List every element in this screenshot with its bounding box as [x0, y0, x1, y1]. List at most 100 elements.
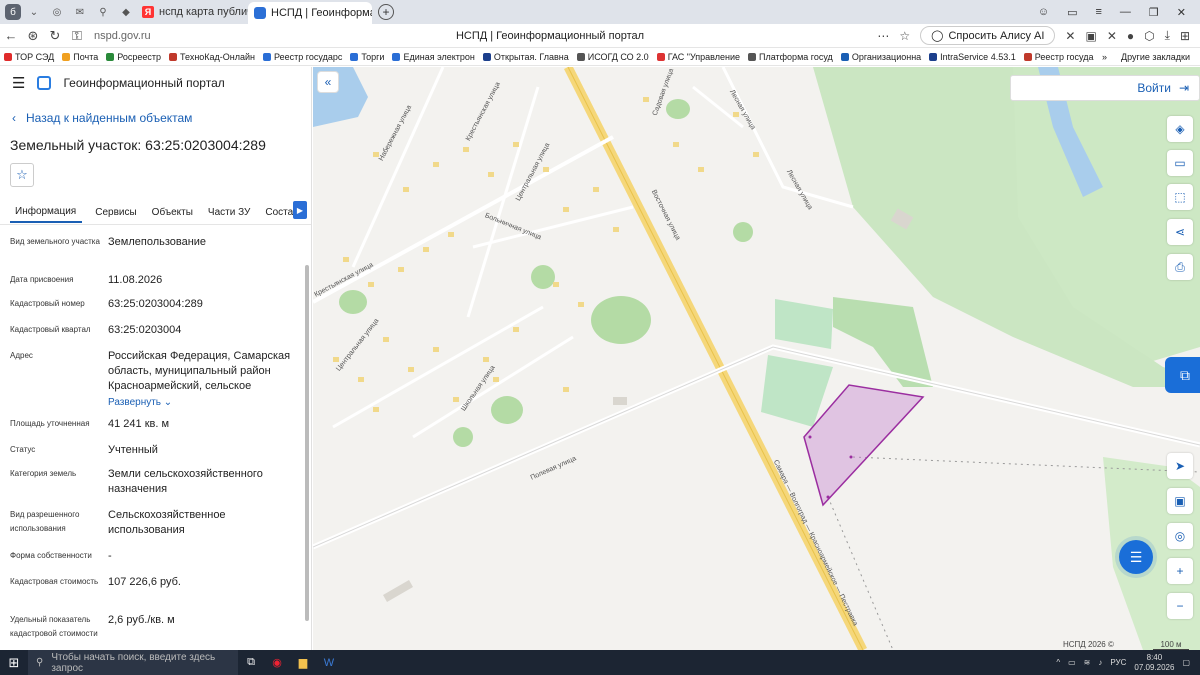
- minimize-icon[interactable]: —: [1120, 6, 1131, 19]
- language-indicator[interactable]: РУС: [1110, 658, 1126, 667]
- parcel-title: Земельный участок: 63:25:0203004:289: [10, 137, 266, 153]
- info-label: Категория земель: [10, 469, 77, 478]
- bookmark-item[interactable]: Реестр госуда: [1020, 52, 1098, 62]
- bookmark-item[interactable]: Единая электрон: [388, 52, 478, 62]
- bookmark-item[interactable]: ТехноКад-Онлайн: [165, 52, 259, 62]
- clock-date: 07.09.2026: [1134, 662, 1175, 672]
- bookmark-item[interactable]: ГАС "Управление: [653, 52, 744, 62]
- word-icon[interactable]: W: [316, 650, 342, 675]
- bookmark-item[interactable]: IntraService 4.53.1: [925, 52, 1020, 62]
- notifications-icon[interactable]: ▢: [1182, 658, 1190, 667]
- select-area-icon[interactable]: ⬚: [1167, 184, 1193, 210]
- bookmark-item[interactable]: Почта: [58, 52, 102, 62]
- pinned-tab-icon[interactable]: ◎: [47, 3, 67, 21]
- chat-icon[interactable]: ☰: [1119, 540, 1153, 574]
- tab-services[interactable]: Сервисы: [90, 201, 146, 223]
- collapse-panel-icon[interactable]: «: [317, 71, 339, 93]
- pinned-tab-icon[interactable]: ⚲: [93, 3, 113, 21]
- clock[interactable]: 8:40 07.09.2026: [1134, 653, 1174, 673]
- side-tab-icon[interactable]: ⧉: [1165, 357, 1200, 393]
- extension-icon[interactable]: ▣: [1085, 29, 1096, 43]
- selected-parcel: [803, 384, 925, 507]
- info-label: Адрес: [10, 351, 33, 360]
- extension-icon[interactable]: ✕: [1065, 29, 1075, 43]
- divider: [0, 224, 311, 225]
- info-label: Кадастровый номер: [10, 299, 85, 308]
- bookmark-item[interactable]: Торги: [346, 52, 388, 62]
- portal-icon: [254, 7, 266, 19]
- tab-parcel-parts[interactable]: Части ЗУ: [203, 201, 260, 223]
- print-icon[interactable]: ⎙: [1167, 254, 1193, 280]
- login-button[interactable]: Войти ⇥: [1010, 75, 1200, 101]
- ruler-icon[interactable]: ▭: [1167, 150, 1193, 176]
- zoom-in-icon[interactable]: +: [1167, 558, 1193, 584]
- hamburger-icon[interactable]: ☰: [12, 74, 25, 92]
- menu-icon[interactable]: ≡: [1095, 6, 1101, 19]
- bookmark-item[interactable]: Платформа госуд: [744, 52, 837, 62]
- extension-icon[interactable]: ⊞: [1180, 29, 1190, 43]
- home-icon[interactable]: ⊛: [22, 28, 44, 44]
- task-view-icon[interactable]: ⧉: [238, 650, 264, 675]
- boundary-line: [827, 496, 894, 650]
- more-icon[interactable]: ⋯: [877, 29, 889, 43]
- park-area: [453, 427, 473, 447]
- wifi-icon[interactable]: ≋: [1084, 658, 1091, 667]
- lock-icon[interactable]: ⚿: [66, 28, 88, 44]
- reload-icon[interactable]: ↻: [44, 28, 66, 44]
- download-icon[interactable]: ⤓: [1165, 28, 1170, 43]
- extension-icon[interactable]: ⬡: [1144, 29, 1154, 43]
- bookmark-item[interactable]: Реестр государс: [259, 52, 346, 62]
- browser-taskbar-icon[interactable]: ◉: [264, 650, 290, 675]
- favorite-star-icon[interactable]: ☆: [10, 163, 34, 187]
- bookmark-item[interactable]: ИСОГД СО 2.0: [573, 52, 653, 62]
- back-link[interactable]: ‹ Назад к найденным объектам: [12, 111, 192, 125]
- windows-start-icon[interactable]: ⊞: [0, 655, 28, 671]
- taskbar-search[interactable]: ⚲ Чтобы начать поиск, введите здесь запр…: [28, 650, 238, 675]
- layers-icon[interactable]: ◈: [1167, 116, 1193, 142]
- pinned-tab-icon[interactable]: ◆: [116, 3, 136, 21]
- panel-scrollbar[interactable]: [305, 265, 309, 621]
- maximize-icon[interactable]: ❐: [1149, 6, 1159, 19]
- network-icon[interactable]: ▭: [1068, 658, 1076, 667]
- profile-icon[interactable]: ☺: [1038, 6, 1049, 19]
- location-icon[interactable]: ◎: [1167, 523, 1193, 549]
- bookmark-item[interactable]: ТОР СЭД: [0, 52, 58, 62]
- new-tab-button[interactable]: +: [378, 4, 394, 20]
- bookmark-icon[interactable]: ▭: [1067, 6, 1077, 19]
- bookmark-item[interactable]: Открытая. Главна: [479, 52, 573, 62]
- map-view[interactable]: Набережная улица Крестьянская улица Цент…: [313, 67, 1200, 650]
- bookmarks-bar: ТОР СЭД Почта Росреестр ТехноКад-Онлайн …: [0, 49, 1200, 66]
- zoom-out-icon[interactable]: −: [1167, 593, 1193, 619]
- tab-information[interactable]: Информация: [10, 201, 83, 223]
- tab-search[interactable]: Я нспд карта публичная кад: [136, 2, 248, 22]
- browser-menu-icon[interactable]: б: [5, 4, 21, 20]
- bookmark-item[interactable]: Росреестр: [102, 52, 165, 62]
- chevron-down-icon: ⌄: [163, 397, 173, 408]
- bookmark-item[interactable]: Организационна: [837, 52, 925, 62]
- basemap-icon[interactable]: ▣: [1167, 488, 1193, 514]
- chevron-up-icon[interactable]: ^: [1056, 658, 1060, 667]
- parcel-vertex: [826, 495, 830, 499]
- tab-portal[interactable]: НСПД | Геоинформацио ✕: [248, 2, 372, 24]
- window-controls: ☺ ▭ ≡ — ❐ ✕: [1038, 6, 1200, 19]
- alice-button[interactable]: ◯ Спросить Алису AI: [920, 26, 1056, 45]
- bookmarks-overflow-icon[interactable]: »: [1102, 52, 1107, 62]
- expand-link[interactable]: Развернуть ⌄: [108, 395, 298, 410]
- back-icon[interactable]: ←: [0, 28, 22, 43]
- yandex-icon: Я: [142, 6, 154, 18]
- bookmark-star-icon[interactable]: ☆: [899, 29, 910, 43]
- extension-icon[interactable]: ●: [1127, 29, 1134, 43]
- tabs-dropdown-icon[interactable]: ⌄: [24, 3, 44, 21]
- navigate-icon[interactable]: ➤: [1167, 453, 1193, 479]
- tab-objects[interactable]: Объекты: [147, 201, 203, 223]
- pinned-mail-icon[interactable]: ✉: [70, 3, 90, 21]
- extension-icon[interactable]: ✕: [1107, 29, 1117, 43]
- close-window-icon[interactable]: ✕: [1177, 6, 1186, 19]
- folder-icon[interactable]: ▆: [290, 650, 316, 675]
- sports-field: [775, 299, 833, 349]
- url-field[interactable]: nspd.gov.ru: [94, 30, 354, 42]
- other-bookmarks[interactable]: Другие закладки: [1121, 52, 1190, 62]
- tabs-scroll-right-icon[interactable]: ▶: [293, 201, 307, 219]
- share-icon[interactable]: ⋖: [1167, 219, 1193, 245]
- volume-icon[interactable]: ♪: [1098, 658, 1102, 667]
